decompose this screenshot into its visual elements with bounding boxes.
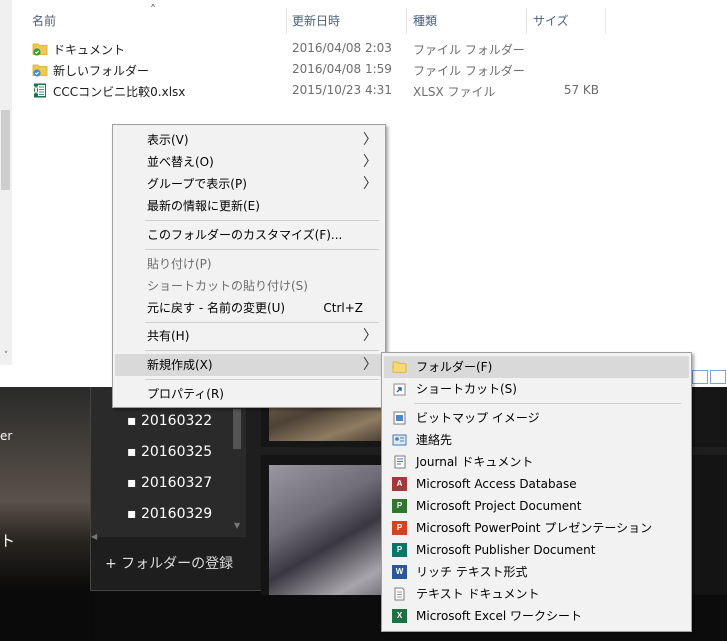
file-size: 57 KB (563, 83, 599, 97)
sort-ascending-icon: ˄ (150, 3, 156, 17)
keyboard-shortcut: Ctrl+Z (323, 301, 363, 315)
file-name: CCCコンビニ比較0.xlsx (53, 85, 186, 99)
date-folder-item[interactable]: ▪ 20160325 (127, 444, 212, 460)
column-header-size[interactable]: サイズ (533, 12, 569, 30)
menu-item-paste[interactable]: 貼り付け(P) (115, 253, 383, 275)
new-item-powerpoint[interactable]: P Microsoft PowerPoint プレゼンテーション (384, 517, 689, 539)
new-item-folder[interactable]: フォルダー(F) (384, 356, 689, 378)
column-divider[interactable] (605, 8, 606, 34)
project-icon: P (392, 499, 407, 513)
new-item-excel[interactable]: X Microsoft Excel ワークシート (384, 605, 689, 627)
view-toggle (688, 369, 727, 386)
new-item-access[interactable]: A Microsoft Access Database (384, 473, 689, 495)
excel-icon: X (392, 609, 407, 623)
menu-item-customize[interactable]: このフォルダーのカスタマイズ(F)... (115, 224, 383, 246)
scroll-down-arrow-icon[interactable]: ▼ (234, 521, 240, 530)
file-name: 新しいフォルダー (53, 64, 150, 78)
column-header-modified[interactable]: 更新日時 (292, 12, 340, 30)
date-folder-item[interactable]: ▪ 20160322 (127, 413, 212, 429)
new-item-bitmap[interactable]: ビットマップ イメージ (384, 407, 689, 429)
submenu-arrow-icon: 〉 (363, 357, 377, 373)
menu-item-group-by[interactable]: グループで表示(P) 〉 (115, 173, 383, 195)
column-divider[interactable] (526, 8, 527, 34)
menu-separator (145, 322, 379, 323)
file-row[interactable]: 新しいフォルダー 2016/04/08 1:59 ファイル フォルダー (28, 59, 727, 80)
file-row[interactable]: CCCコンビニ比較0.xlsx 2015/10/23 4:31 XLSX ファイ… (28, 80, 727, 101)
menu-separator (414, 403, 681, 404)
shortcut-icon (393, 383, 406, 396)
folder-syncing-icon (32, 64, 48, 77)
menu-separator (145, 379, 379, 380)
file-row[interactable]: ドキュメント 2016/04/08 2:03 ファイル フォルダー (28, 38, 727, 59)
submenu-arrow-icon: 〉 (363, 328, 377, 344)
date-folder-item[interactable]: ▪ 20160327 (127, 475, 212, 491)
folder-date-list: ▪ 20160322 ▪ 20160325 ▪ 20160327 ▪ 20160… (91, 387, 246, 541)
column-divider[interactable] (406, 8, 407, 34)
menu-separator (145, 350, 379, 351)
new-item-project[interactable]: P Microsoft Project Document (384, 495, 689, 517)
new-item-rich-text[interactable]: W リッチ テキスト形式 (384, 561, 689, 583)
file-name: ドキュメント (53, 43, 126, 57)
menu-item-undo[interactable]: 元に戻す - 名前の変更(U) Ctrl+Z (115, 297, 383, 319)
new-item-journal[interactable]: Journal ドキュメント (384, 451, 689, 473)
file-type: XLSX ファイル (413, 85, 496, 99)
file-type: ファイル フォルダー (413, 64, 525, 78)
contact-icon (392, 434, 407, 446)
excel-file-icon (33, 83, 46, 98)
wallpaper-photo (0, 387, 95, 641)
file-modified: 2015/10/23 4:31 (292, 83, 392, 97)
new-item-text-document[interactable]: テキスト ドキュメント (384, 583, 689, 605)
text-document-icon (394, 587, 405, 601)
new-item-contact[interactable]: 連絡先 (384, 429, 689, 451)
context-menu: 表示(V) 〉 並べ替え(O) 〉 グループで表示(P) 〉 最新の情報に更新(… (112, 124, 386, 408)
background-label: er (0, 429, 13, 443)
column-divider[interactable] (286, 8, 287, 34)
scrollbar-thumb[interactable] (1, 110, 10, 190)
details-view-icon[interactable] (692, 370, 708, 384)
background-label: ト (0, 532, 16, 550)
menu-separator (145, 249, 379, 250)
new-item-publisher[interactable]: P Microsoft Publisher Document (384, 539, 689, 561)
list-scrollbar-thumb[interactable] (233, 409, 241, 449)
file-type: ファイル フォルダー (413, 43, 525, 57)
new-item-shortcut[interactable]: ショートカット(S) (384, 378, 689, 400)
bitmap-icon (393, 411, 406, 425)
access-icon: A (392, 477, 407, 491)
date-folder-item[interactable]: ▪ 20160329 (127, 506, 212, 522)
submenu-arrow-icon: 〉 (363, 154, 377, 170)
scroll-down-arrow-icon[interactable]: ˅ (0, 350, 12, 362)
menu-item-sort-by[interactable]: 並べ替え(O) 〉 (115, 151, 383, 173)
publisher-icon: P (392, 543, 407, 557)
menu-item-share[interactable]: 共有(H) 〉 (115, 325, 383, 347)
submenu-arrow-icon: 〉 (363, 176, 377, 192)
journal-icon (394, 455, 406, 469)
menu-item-paste-shortcut[interactable]: ショートカットの貼り付け(S) (115, 275, 383, 297)
menu-item-refresh[interactable]: 最新の情報に更新(E) (115, 195, 383, 217)
menu-item-new[interactable]: 新規作成(X) 〉 (115, 354, 383, 376)
column-header-name[interactable]: 名前 (32, 12, 56, 30)
menu-item-properties[interactable]: プロパティ(R) (115, 383, 383, 405)
add-folder-button[interactable]: + フォルダーの登録 (105, 553, 233, 573)
folder-synced-icon (32, 43, 48, 56)
menu-item-view[interactable]: 表示(V) 〉 (115, 129, 383, 151)
horizontal-scroll-arrows[interactable]: ◀ (91, 532, 246, 541)
file-modified: 2016/04/08 1:59 (292, 62, 392, 76)
menu-separator (145, 220, 379, 221)
file-modified: 2016/04/08 2:03 (292, 41, 392, 55)
submenu-arrow-icon: 〉 (363, 132, 377, 148)
new-submenu: フォルダー(F) ショートカット(S) ビットマップ イメージ 連絡先 Jour… (381, 352, 692, 632)
folder-icon (392, 361, 407, 373)
powerpoint-icon: P (392, 521, 407, 535)
word-icon: W (392, 565, 407, 579)
large-icons-view-icon[interactable] (710, 370, 726, 384)
column-header-type[interactable]: 種類 (413, 12, 437, 30)
vertical-scrollbar[interactable]: ˅ (0, 0, 12, 365)
